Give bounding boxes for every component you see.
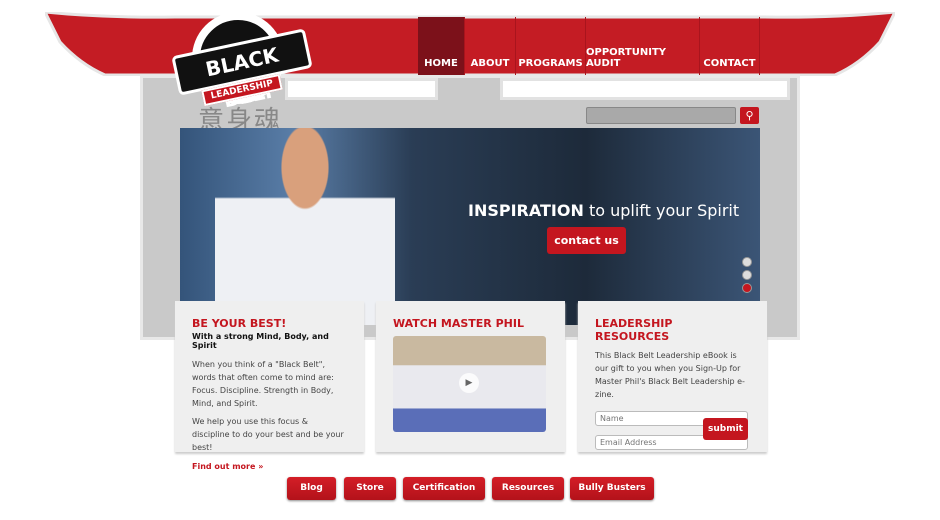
hero-slider[interactable]: INSPIRATION to uplift your Spirit contac… <box>180 128 760 325</box>
nav-opportunity-audit[interactable]: OPPORTUNITY AUDIT <box>586 17 700 75</box>
find-out-more-link[interactable]: Find out more » <box>192 462 263 471</box>
panel-text: We help you use this focus & discipline … <box>192 417 344 452</box>
video-thumbnail[interactable]: ▶ <box>393 336 546 432</box>
contact-us-button[interactable]: contact us <box>547 227 626 254</box>
search-icon: ⚲ <box>745 109 754 122</box>
nav-home[interactable]: HOME <box>418 17 465 75</box>
leadership-resources-panel: LEADERSHIP RESOURCES This Black Belt Lea… <box>578 301 767 452</box>
nav-programs[interactable]: PROGRAMS <box>516 17 586 75</box>
search-input[interactable] <box>586 107 736 124</box>
hero-image <box>215 128 395 325</box>
blog-button[interactable]: Blog <box>287 477 336 500</box>
panel-text: This Black Belt Leadership eBook is our … <box>595 351 745 399</box>
panel-title: WATCH MASTER PHIL <box>393 317 524 330</box>
certification-button[interactable]: Certification <box>403 477 485 500</box>
submit-button[interactable]: submit <box>703 418 748 440</box>
be-your-best-panel: BE YOUR BEST! With a strong Mind, Body, … <box>175 301 364 471</box>
search-button[interactable]: ⚲ <box>740 107 759 124</box>
slide-dot[interactable] <box>742 270 752 280</box>
resources-button[interactable]: Resources <box>492 477 564 500</box>
frame-beam <box>500 78 790 100</box>
nav-contact[interactable]: CONTACT <box>700 17 760 75</box>
nav-about[interactable]: ABOUT <box>465 17 516 75</box>
panel-title: BE YOUR BEST! <box>192 317 287 330</box>
play-icon[interactable]: ▶ <box>459 373 479 393</box>
panel-text: When you think of a "Black Belt", words … <box>192 360 334 408</box>
store-button[interactable]: Store <box>344 477 396 500</box>
logo[interactable]: BLACK BELT LEADERSHIP <box>171 12 313 112</box>
bully-busters-button[interactable]: Bully Busters <box>570 477 654 500</box>
watch-panel: WATCH MASTER PHIL ▶ <box>376 301 565 452</box>
slide-dot-active[interactable] <box>742 283 752 293</box>
panel-subtitle: With a strong Mind, Body, and Spirit <box>192 332 329 350</box>
slide-dot[interactable] <box>742 257 752 267</box>
panel-title: LEADERSHIP RESOURCES <box>595 317 673 343</box>
hero-headline: INSPIRATION to uplift your Spirit <box>468 201 740 220</box>
